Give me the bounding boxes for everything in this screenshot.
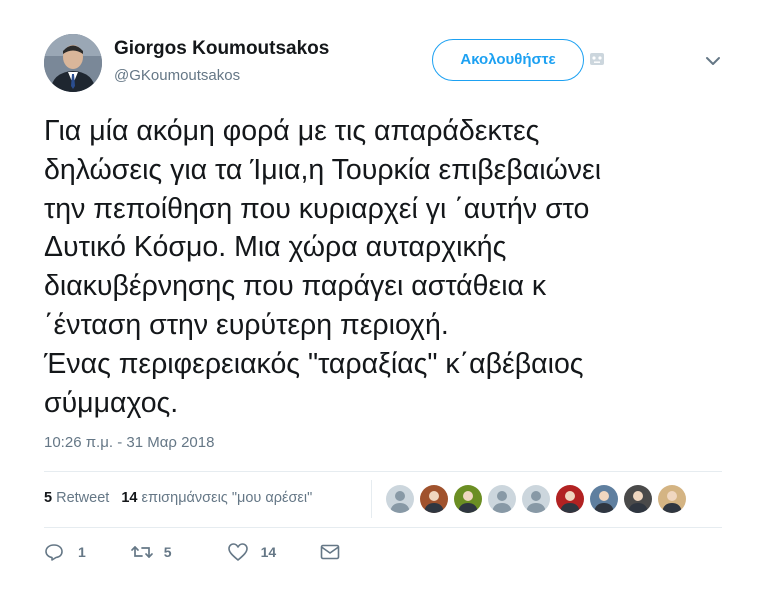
stats-divider <box>371 480 372 518</box>
liker-avatar[interactable] <box>624 485 652 513</box>
like-count: 14 <box>121 490 138 506</box>
divider <box>44 471 722 472</box>
retweet-stat[interactable]: 5 Retweet <box>44 490 109 506</box>
like-button[interactable]: 14 <box>227 542 277 562</box>
divider <box>44 527 722 528</box>
tweet-timestamp[interactable]: 10:26 π.μ. - 31 Μαρ 2018 <box>44 434 214 451</box>
retweet-icon <box>130 542 154 562</box>
avatar[interactable] <box>44 34 102 92</box>
block-icon[interactable] <box>589 52 605 66</box>
tweet-actions: 1 5 14 <box>44 542 340 562</box>
liker-avatars <box>386 485 686 513</box>
retweet-label: Retweet <box>56 490 110 506</box>
liker-avatar[interactable] <box>420 485 448 513</box>
reply-button[interactable]: 1 <box>44 542 86 562</box>
like-action-count: 14 <box>260 544 277 560</box>
liker-avatar[interactable] <box>386 485 414 513</box>
heart-icon <box>227 542 249 562</box>
liker-avatar[interactable] <box>590 485 618 513</box>
like-stat[interactable]: 14 επισημάνσεις "μου αρέσει" <box>121 490 312 506</box>
retweet-button[interactable]: 5 <box>130 542 172 562</box>
retweet-count: 5 <box>44 490 53 506</box>
tweet-stats: 5 Retweet 14 επισημάνσεις "μου αρέσει" <box>44 490 312 506</box>
liker-avatar[interactable] <box>556 485 584 513</box>
liker-avatar[interactable] <box>522 485 550 513</box>
author-name[interactable]: Giorgos Koumoutsakos <box>114 38 329 60</box>
liker-avatar[interactable] <box>488 485 516 513</box>
liker-avatar[interactable] <box>658 485 686 513</box>
author-handle[interactable]: @GKoumoutsakos <box>114 67 240 84</box>
liker-avatar[interactable] <box>454 485 482 513</box>
tweet-text: Για μία ακόμη φορά με τις απαράδεκτες δη… <box>44 115 602 419</box>
envelope-icon <box>320 544 340 560</box>
reply-icon <box>44 542 64 562</box>
direct-message-button[interactable] <box>320 544 340 560</box>
follow-button[interactable]: Ακολουθήστε <box>432 39 584 81</box>
like-label: επισημάνσεις "μου αρέσει" <box>141 490 313 506</box>
reply-count: 1 <box>78 544 86 560</box>
chevron-down-icon[interactable] <box>705 54 721 66</box>
retweet-action-count: 5 <box>163 544 172 560</box>
